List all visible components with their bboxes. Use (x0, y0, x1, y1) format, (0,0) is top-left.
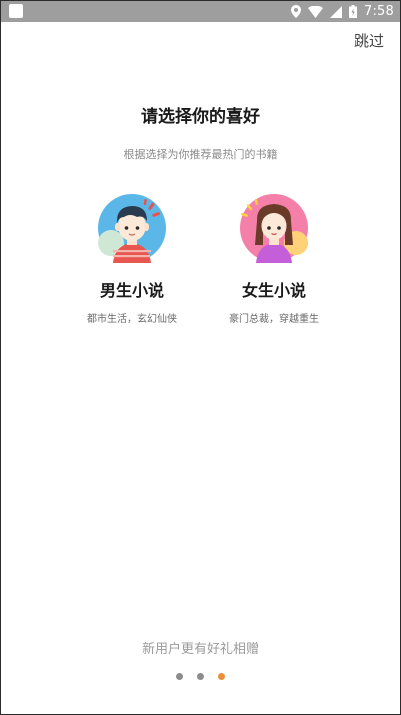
notification-app-icon (9, 4, 23, 18)
female-avatar-icon (240, 194, 308, 263)
page-title: 请选择你的喜好 (141, 107, 260, 127)
battery-icon (349, 5, 357, 18)
female-novel-label: 女生小说 (241, 281, 306, 300)
signal-icon (330, 5, 342, 18)
male-avatar-icon (98, 194, 166, 263)
new-user-gift-text: 新用户更有好礼相赠 (141, 642, 259, 657)
page-indicator-dot (176, 673, 183, 680)
app-screen: 7:58 跳过 请选择你的喜好 根据选择为你推荐最热门的书籍 男生小说 都市生活… (0, 0, 401, 715)
male-novel-description: 都市生活，玄幻仙侠 (87, 314, 177, 325)
status-icons: 7:58 (291, 1, 394, 22)
page-indicator-dot (197, 673, 204, 680)
female-novel-option[interactable]: 女生小说 豪门总裁，穿越重生 (209, 193, 339, 325)
male-novel-option[interactable]: 男生小说 都市生活，玄幻仙侠 (67, 193, 197, 325)
skip-button[interactable]: 跳过 (354, 30, 384, 51)
male-novel-label: 男生小说 (99, 281, 164, 300)
female-novel-description: 豪门总裁，穿越重生 (229, 314, 319, 325)
page-subtitle: 根据选择为你推荐最热门的书籍 (123, 148, 278, 161)
page-indicator (1, 673, 400, 680)
wifi-icon (308, 5, 323, 18)
location-icon (291, 5, 301, 18)
page-indicator-dot-active (218, 673, 225, 680)
status-time: 7:58 (364, 4, 394, 19)
status-bar: 7:58 (1, 1, 400, 22)
